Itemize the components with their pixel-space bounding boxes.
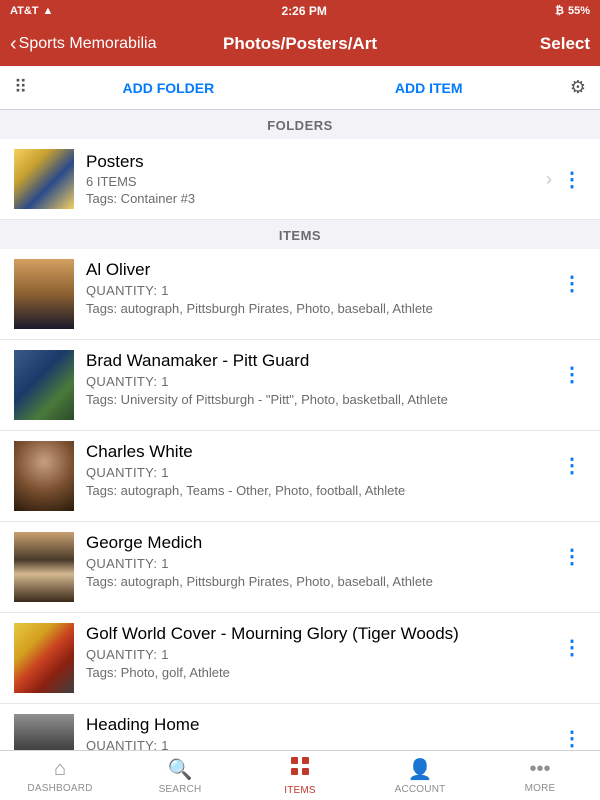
more-icon: •••	[529, 758, 550, 781]
tab-bar: ⌂ DASHBOARD 🔍 SEARCH ITEMS 👤 ACCOUNT •••…	[0, 750, 600, 800]
tab-search-label: SEARCH	[159, 784, 202, 795]
item-quantity: QUANTITY: 1	[86, 556, 558, 571]
items-icon	[289, 755, 311, 783]
item-tags: Tags: autograph, Pittsburgh Pirates, Pho…	[86, 300, 558, 318]
folder-more-button[interactable]: ⋮	[558, 163, 586, 196]
list-item[interactable]: Brad Wanamaker - Pitt Guard QUANTITY: 1 …	[0, 340, 600, 431]
dashboard-icon: ⌂	[54, 758, 66, 781]
folders-section-header: FOLDERS	[0, 110, 600, 139]
item-thumb	[14, 259, 74, 329]
battery: 55%	[568, 5, 590, 17]
select-button[interactable]: Select	[424, 34, 590, 54]
list-item[interactable]: Heading Home QUANTITY: 1 Tags: Pittsburg…	[0, 704, 600, 750]
item-tags: Tags: autograph, Pittsburgh Pirates, Pho…	[86, 573, 558, 591]
item-info: Golf World Cover - Mourning Glory (Tiger…	[86, 623, 558, 682]
item-name: George Medich	[86, 532, 558, 554]
item-more-button[interactable]: ⋮	[558, 358, 586, 391]
item-thumb	[14, 350, 74, 420]
item-thumb	[14, 532, 74, 602]
tab-more-label: MORE	[525, 783, 556, 794]
tab-dashboard[interactable]: ⌂ DASHBOARD	[0, 754, 120, 798]
back-arrow-icon: ‹	[10, 34, 17, 54]
tab-items-label: ITEMS	[284, 785, 316, 796]
item-quantity: QUANTITY: 1	[86, 374, 558, 389]
item-info: George Medich QUANTITY: 1 Tags: autograp…	[86, 532, 558, 591]
item-name: Heading Home	[86, 714, 558, 736]
item-quantity: QUANTITY: 1	[86, 465, 558, 480]
item-name: Golf World Cover - Mourning Glory (Tiger…	[86, 623, 558, 645]
item-quantity: QUANTITY: 1	[86, 283, 558, 298]
bluetooth-icon: ₿	[555, 5, 564, 17]
tab-account-label: ACCOUNT	[395, 784, 446, 795]
status-left: AT&T ▲	[10, 5, 53, 17]
grid-icon[interactable]: ⠿	[14, 77, 27, 98]
toolbar: ⠿ ADD FOLDER ADD ITEM ⚙	[0, 66, 600, 110]
items-list: Al Oliver QUANTITY: 1 Tags: autograph, P…	[0, 249, 600, 750]
scroll-content: FOLDERS Posters 6 ITEMS Tags: Container …	[0, 110, 600, 750]
item-quantity: QUANTITY: 1	[86, 738, 558, 750]
add-folder-button[interactable]: ADD FOLDER	[43, 80, 293, 96]
item-info: Al Oliver QUANTITY: 1 Tags: autograph, P…	[86, 259, 558, 318]
tab-search[interactable]: 🔍 SEARCH	[120, 753, 240, 799]
item-name: Charles White	[86, 441, 558, 463]
tab-more[interactable]: ••• MORE	[480, 754, 600, 798]
item-info: Heading Home QUANTITY: 1 Tags: Pittsburg…	[86, 714, 558, 750]
item-name: Al Oliver	[86, 259, 558, 281]
item-tags: Tags: Photo, golf, Athlete	[86, 664, 558, 682]
status-time: 2:26 PM	[282, 4, 327, 18]
status-right: ₿ 55%	[555, 5, 590, 17]
item-quantity: QUANTITY: 1	[86, 647, 558, 662]
tab-dashboard-label: DASHBOARD	[27, 783, 92, 794]
search-icon: 🔍	[168, 757, 193, 782]
chevron-right-icon: ›	[546, 169, 552, 190]
folders-list: Posters 6 ITEMS Tags: Container #3 › ⋮	[0, 139, 600, 220]
item-info: Charles White QUANTITY: 1 Tags: autograp…	[86, 441, 558, 500]
folder-thumb	[14, 149, 74, 209]
folder-count: 6 ITEMS	[86, 174, 546, 189]
item-thumb	[14, 623, 74, 693]
back-button[interactable]: ‹ Sports Memorabilia	[10, 34, 176, 54]
folder-tags: Tags: Container #3	[86, 191, 546, 206]
item-tags: Tags: autograph, Teams - Other, Photo, f…	[86, 482, 558, 500]
item-info: Brad Wanamaker - Pitt Guard QUANTITY: 1 …	[86, 350, 558, 409]
item-name: Brad Wanamaker - Pitt Guard	[86, 350, 558, 372]
folder-name: Posters	[86, 152, 546, 172]
account-icon: 👤	[408, 757, 433, 782]
wifi-icon: ▲	[43, 5, 54, 17]
list-item[interactable]: Charles White QUANTITY: 1 Tags: autograp…	[0, 431, 600, 522]
item-more-button[interactable]: ⋮	[558, 449, 586, 482]
folder-info: Posters 6 ITEMS Tags: Container #3	[86, 152, 546, 206]
folder-thumb-image	[14, 149, 74, 209]
tab-items[interactable]: ITEMS	[240, 751, 360, 800]
list-item[interactable]: George Medich QUANTITY: 1 Tags: autograp…	[0, 522, 600, 613]
carrier: AT&T	[10, 5, 39, 17]
tab-account[interactable]: 👤 ACCOUNT	[360, 753, 480, 799]
item-more-button[interactable]: ⋮	[558, 631, 586, 664]
status-bar: AT&T ▲ 2:26 PM ₿ 55%	[0, 0, 600, 22]
nav-bar: ‹ Sports Memorabilia Photos/Posters/Art …	[0, 22, 600, 66]
item-tags: Tags: University of Pittsburgh - "Pitt",…	[86, 391, 558, 409]
back-label: Sports Memorabilia	[19, 35, 157, 53]
item-more-button[interactable]: ⋮	[558, 722, 586, 750]
item-more-button[interactable]: ⋮	[558, 267, 586, 300]
item-thumb	[14, 714, 74, 750]
add-item-button[interactable]: ADD ITEM	[304, 80, 554, 96]
item-more-button[interactable]: ⋮	[558, 540, 586, 573]
nav-title: Photos/Posters/Art	[176, 34, 425, 54]
list-item[interactable]: Al Oliver QUANTITY: 1 Tags: autograph, P…	[0, 249, 600, 340]
item-thumb	[14, 441, 74, 511]
folder-row[interactable]: Posters 6 ITEMS Tags: Container #3 › ⋮	[0, 139, 600, 220]
filter-icon[interactable]: ⚙	[570, 77, 586, 98]
list-item[interactable]: Golf World Cover - Mourning Glory (Tiger…	[0, 613, 600, 704]
items-section-header: ITEMS	[0, 220, 600, 249]
